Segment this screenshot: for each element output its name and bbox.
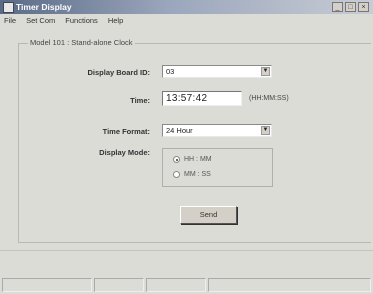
radio-unselected-icon[interactable] xyxy=(173,171,180,178)
status-pane-4 xyxy=(208,278,371,292)
menu-functions[interactable]: Functions xyxy=(65,15,98,27)
time-format-select[interactable]: 24 Hour ▼ xyxy=(162,124,272,137)
maximize-button[interactable]: □ xyxy=(345,2,356,12)
chevron-down-icon[interactable]: ▼ xyxy=(261,67,270,76)
radio-mm-ss-label: MM : SS xyxy=(184,171,211,178)
window-controls: _ □ × xyxy=(332,2,369,12)
menu-bar: File Set Com Functions Help xyxy=(0,15,373,27)
window-title: Timer Display xyxy=(16,2,72,12)
minimize-button[interactable]: _ xyxy=(332,2,343,12)
menu-set-com[interactable]: Set Com xyxy=(26,15,55,27)
group-label: Model 101 : Stand-alone Clock xyxy=(28,38,135,47)
divider xyxy=(0,250,373,251)
timer-display-window: Timer Display _ □ × File Set Com Functio… xyxy=(0,0,373,294)
display-board-id-select[interactable]: 03 ▼ xyxy=(162,65,272,78)
menu-help[interactable]: Help xyxy=(108,15,123,27)
display-mode-label: Display Mode: xyxy=(99,148,150,157)
radio-hh-mm[interactable]: HH : MM xyxy=(173,156,212,163)
radio-selected-icon[interactable] xyxy=(173,156,180,163)
time-label: Time: xyxy=(130,96,150,105)
status-pane-1 xyxy=(2,278,92,292)
time-format-value: 24 Hour xyxy=(166,126,193,135)
title-bar[interactable]: Timer Display _ □ × xyxy=(0,0,373,14)
radio-hh-mm-label: HH : MM xyxy=(184,156,212,163)
close-button[interactable]: × xyxy=(358,2,369,12)
radio-mm-ss[interactable]: MM : SS xyxy=(173,171,211,178)
send-button[interactable]: Send xyxy=(180,206,237,224)
chevron-down-icon[interactable]: ▼ xyxy=(261,126,270,135)
time-format-hint: (HH:MM:SS) xyxy=(249,95,289,102)
time-input[interactable]: 13:57:42 xyxy=(162,91,242,106)
status-pane-3 xyxy=(146,278,206,292)
display-board-id-label: Display Board ID: xyxy=(87,68,150,77)
window-app-icon xyxy=(3,2,14,13)
display-mode-group: HH : MM MM : SS xyxy=(162,148,273,187)
time-format-label: Time Format: xyxy=(102,127,150,136)
status-pane-2 xyxy=(94,278,144,292)
status-bar xyxy=(0,276,373,294)
display-board-id-value: 03 xyxy=(166,67,175,76)
menu-file[interactable]: File xyxy=(4,15,16,27)
